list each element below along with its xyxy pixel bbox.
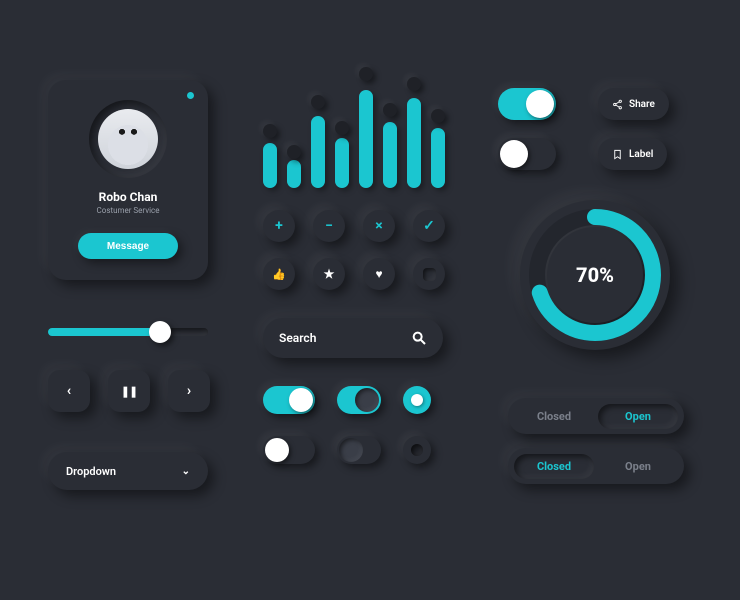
segment-closed[interactable]: Closed bbox=[514, 454, 594, 479]
heart-button[interactable]: ♥ bbox=[363, 258, 395, 290]
toggle-knob bbox=[500, 140, 528, 168]
top-toggle-off[interactable] bbox=[498, 138, 556, 170]
plus-icon: + bbox=[275, 218, 283, 234]
toggle-3[interactable] bbox=[263, 436, 315, 464]
toggle-2[interactable] bbox=[337, 386, 381, 414]
segment-open[interactable]: Open bbox=[598, 454, 678, 479]
toggle-knob bbox=[339, 438, 363, 462]
bar bbox=[383, 115, 397, 188]
next-button[interactable]: › bbox=[168, 370, 210, 412]
search-input[interactable]: Search bbox=[263, 318, 443, 358]
toggle-knob bbox=[265, 438, 289, 462]
radio-dot bbox=[411, 394, 423, 406]
profile-name: Robo Chan bbox=[99, 190, 158, 204]
check-button[interactable]: ✓ bbox=[413, 210, 445, 242]
bar bbox=[431, 121, 445, 188]
avatar bbox=[98, 109, 158, 169]
bar bbox=[263, 136, 277, 188]
message-button[interactable]: Message bbox=[78, 233, 178, 259]
minus-button[interactable]: − bbox=[313, 210, 345, 242]
plus-button[interactable]: + bbox=[263, 210, 295, 242]
toggle-1[interactable] bbox=[263, 386, 315, 414]
rounded-square-icon bbox=[423, 268, 436, 281]
profile-subtitle: Costumer Service bbox=[97, 206, 160, 215]
segmented-1: Closed Open bbox=[508, 398, 684, 434]
bar bbox=[311, 109, 325, 188]
segment-closed[interactable]: Closed bbox=[514, 404, 594, 429]
multiply-button[interactable]: × bbox=[363, 210, 395, 242]
search-icon bbox=[411, 330, 427, 346]
dropdown-label: Dropdown bbox=[66, 465, 116, 478]
share-icon bbox=[612, 99, 623, 110]
toggle-knob bbox=[526, 90, 554, 118]
pause-button[interactable]: ❚❚ bbox=[108, 370, 150, 412]
toggle-knob bbox=[355, 388, 379, 412]
bookmark-icon bbox=[612, 149, 623, 160]
star-icon: ★ bbox=[324, 267, 335, 281]
heart-icon: ♥ bbox=[375, 267, 382, 281]
chevron-down-icon: ⌄ bbox=[182, 466, 190, 477]
bar-chart bbox=[263, 78, 443, 188]
slider-fill bbox=[48, 328, 160, 336]
label-label: Label bbox=[629, 149, 653, 160]
check-icon: ✓ bbox=[423, 218, 435, 234]
chevron-left-icon: ‹ bbox=[67, 383, 71, 399]
prev-button[interactable]: ‹ bbox=[48, 370, 90, 412]
bar bbox=[359, 83, 373, 188]
bar bbox=[407, 91, 421, 188]
profile-card: Robo Chan Costumer Service Message bbox=[48, 80, 208, 280]
label-button[interactable]: Label bbox=[598, 138, 667, 170]
radio-1[interactable] bbox=[403, 386, 431, 414]
search-placeholder: Search bbox=[279, 331, 316, 345]
chevron-right-icon: › bbox=[187, 383, 191, 399]
share-label: Share bbox=[629, 99, 655, 110]
bar bbox=[335, 131, 349, 188]
segmented-2: Closed Open bbox=[508, 448, 684, 484]
slider[interactable] bbox=[48, 328, 208, 336]
like-button[interactable]: 👍 bbox=[263, 258, 295, 290]
bar bbox=[287, 153, 301, 188]
slider-thumb[interactable] bbox=[149, 321, 171, 343]
star-button[interactable]: ★ bbox=[313, 258, 345, 290]
square-button[interactable] bbox=[413, 258, 445, 290]
dropdown[interactable]: Dropdown ⌄ bbox=[48, 452, 208, 490]
toggle-knob bbox=[289, 388, 313, 412]
radio-hole bbox=[411, 444, 423, 456]
radio-2[interactable] bbox=[403, 436, 431, 464]
share-button[interactable]: Share bbox=[598, 88, 669, 120]
times-icon: × bbox=[375, 218, 382, 234]
progress-ring: 70% bbox=[520, 200, 670, 350]
status-indicator bbox=[187, 92, 194, 99]
avatar-ring bbox=[89, 100, 167, 178]
pause-icon: ❚❚ bbox=[121, 385, 137, 398]
minus-icon: − bbox=[325, 218, 333, 234]
toggle-4[interactable] bbox=[337, 436, 381, 464]
top-toggle-on[interactable] bbox=[498, 88, 556, 120]
segment-open[interactable]: Open bbox=[598, 404, 678, 429]
thumbs-up-icon: 👍 bbox=[272, 268, 286, 281]
